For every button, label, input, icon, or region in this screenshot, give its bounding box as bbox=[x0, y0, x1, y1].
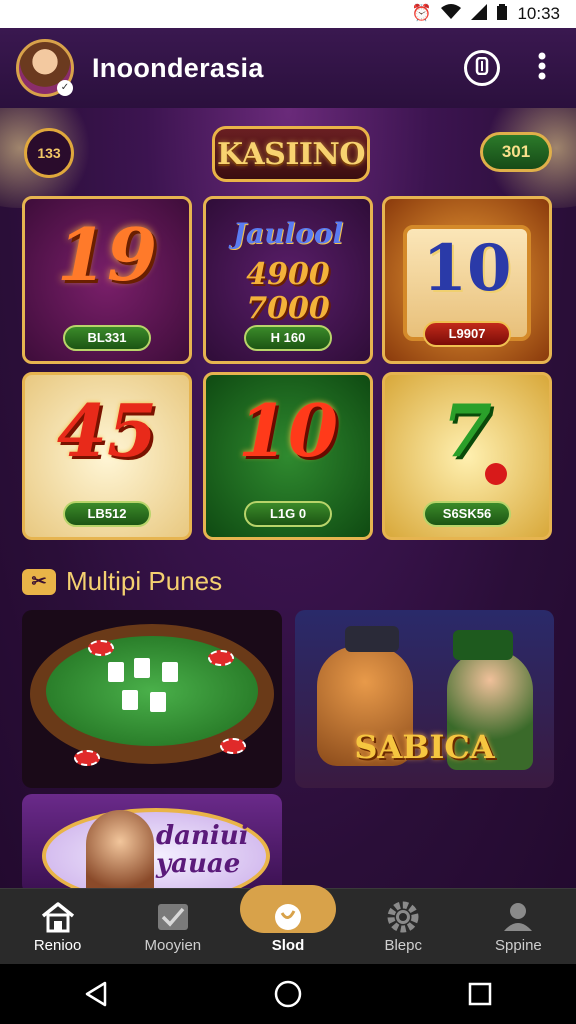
hat-decoration bbox=[453, 630, 513, 660]
nav-item-movies[interactable]: Mooyien bbox=[115, 889, 230, 964]
hat-decoration bbox=[345, 626, 399, 652]
tile-label: L1G 0 bbox=[244, 501, 332, 527]
slot-tile[interactable]: 19 BL331 bbox=[22, 196, 192, 364]
bottom-nav: Renioo Mooyien Slod Blepc Sppine bbox=[0, 885, 576, 964]
playing-card-icon bbox=[134, 658, 150, 678]
slot-tile[interactable]: 45 LB512 bbox=[22, 372, 192, 540]
woman-character bbox=[86, 810, 154, 888]
nav-item-slots[interactable]: Slod bbox=[230, 885, 345, 964]
tile-number: 19 bbox=[56, 212, 158, 297]
more-vertical-icon bbox=[538, 52, 546, 85]
wifi-icon bbox=[441, 4, 462, 24]
nav-label: Slod bbox=[271, 937, 305, 954]
gear-icon bbox=[383, 899, 423, 935]
signal-icon bbox=[471, 4, 488, 24]
playing-card-icon bbox=[150, 692, 166, 712]
back-button[interactable] bbox=[76, 974, 116, 1014]
battery-icon bbox=[497, 4, 508, 24]
slot-tile[interactable]: 7 S6SK56 bbox=[382, 372, 552, 540]
system-nav-bar bbox=[0, 964, 576, 1024]
section-header: ✂ Multipi Punes bbox=[22, 566, 222, 597]
tile-label: S6SK56 bbox=[423, 501, 511, 527]
nav-label: Mooyien bbox=[144, 937, 202, 954]
profile-icon bbox=[498, 899, 538, 935]
poker-chip-icon bbox=[220, 738, 246, 754]
casino-lobby: 133 KASIINO 301 19 BL331 Jaulool 4900 70… bbox=[0, 108, 576, 888]
playing-card-icon bbox=[122, 690, 138, 710]
tile-number: 7 bbox=[441, 388, 493, 473]
tile-label: BL331 bbox=[63, 325, 151, 351]
ticket-icon bbox=[474, 56, 490, 80]
slot-icon bbox=[268, 899, 308, 935]
tile-number: 10 bbox=[422, 231, 512, 306]
nav-label: Sppine bbox=[495, 937, 542, 954]
nav-item-settings[interactable]: Blepc bbox=[346, 889, 461, 964]
alarm-icon: ⏰ bbox=[411, 5, 432, 22]
balance-pill[interactable]: 301 bbox=[480, 132, 552, 172]
nav-item-home[interactable]: Renioo bbox=[0, 889, 115, 964]
poker-chip-icon bbox=[88, 640, 114, 656]
status-time: 10:33 bbox=[517, 4, 560, 23]
nav-item-profile[interactable]: Sppine bbox=[461, 889, 576, 964]
tile-label: L9907 bbox=[423, 321, 511, 347]
recents-button[interactable] bbox=[460, 974, 500, 1014]
more-menu-button[interactable] bbox=[524, 50, 560, 86]
verified-badge-icon: ✓ bbox=[57, 80, 73, 96]
poker-chip-icon bbox=[74, 750, 100, 766]
app-header: ✓ Inoonderasia bbox=[0, 28, 576, 108]
playing-card-icon bbox=[162, 662, 178, 682]
promo-card[interactable]: daniui yauae bbox=[22, 794, 282, 888]
poker-chip-icon bbox=[208, 650, 234, 666]
home-icon bbox=[38, 899, 78, 935]
brand-text: KASIINO bbox=[217, 136, 365, 172]
scissors-icon: ✂ bbox=[22, 568, 56, 595]
tile-number: 10 bbox=[237, 388, 339, 473]
tile-number: 45 bbox=[56, 388, 158, 473]
nav-label: Blepc bbox=[384, 937, 422, 954]
cherry-icon bbox=[485, 463, 507, 485]
tile-jackpot-line: 4900 bbox=[246, 257, 330, 292]
slot-tile[interactable]: 10 L1G 0 bbox=[203, 372, 373, 540]
slot-tile[interactable]: 10 L9907 bbox=[382, 196, 552, 364]
game-title: SABICA bbox=[354, 728, 495, 766]
slot-tile[interactable]: Jaulool 4900 7000 H 160 bbox=[203, 196, 373, 364]
promo-text: daniui yauae bbox=[156, 821, 249, 879]
status-bar: ⏰ 10:33 bbox=[0, 0, 576, 28]
nav-label: Renioo bbox=[33, 937, 82, 954]
tile-jackpot-line: 7000 bbox=[246, 291, 330, 326]
tile-label: H 160 bbox=[244, 325, 332, 351]
checklist-icon bbox=[153, 899, 193, 935]
game-hero-card[interactable]: SABICA bbox=[295, 610, 554, 788]
home-button[interactable] bbox=[268, 974, 308, 1014]
playing-card-icon bbox=[108, 662, 124, 682]
section-title: Multipi Punes bbox=[66, 566, 223, 596]
avatar[interactable]: ✓ bbox=[16, 39, 74, 97]
tile-heading: Jaulool bbox=[232, 217, 344, 250]
poker-table-card[interactable] bbox=[22, 610, 282, 788]
brand-logo: KASIINO bbox=[212, 126, 370, 182]
tile-label: LB512 bbox=[63, 501, 151, 527]
ticket-button[interactable] bbox=[464, 50, 500, 86]
coin-counter[interactable]: 133 bbox=[24, 128, 74, 178]
app-title: Inoonderasia bbox=[92, 52, 264, 83]
